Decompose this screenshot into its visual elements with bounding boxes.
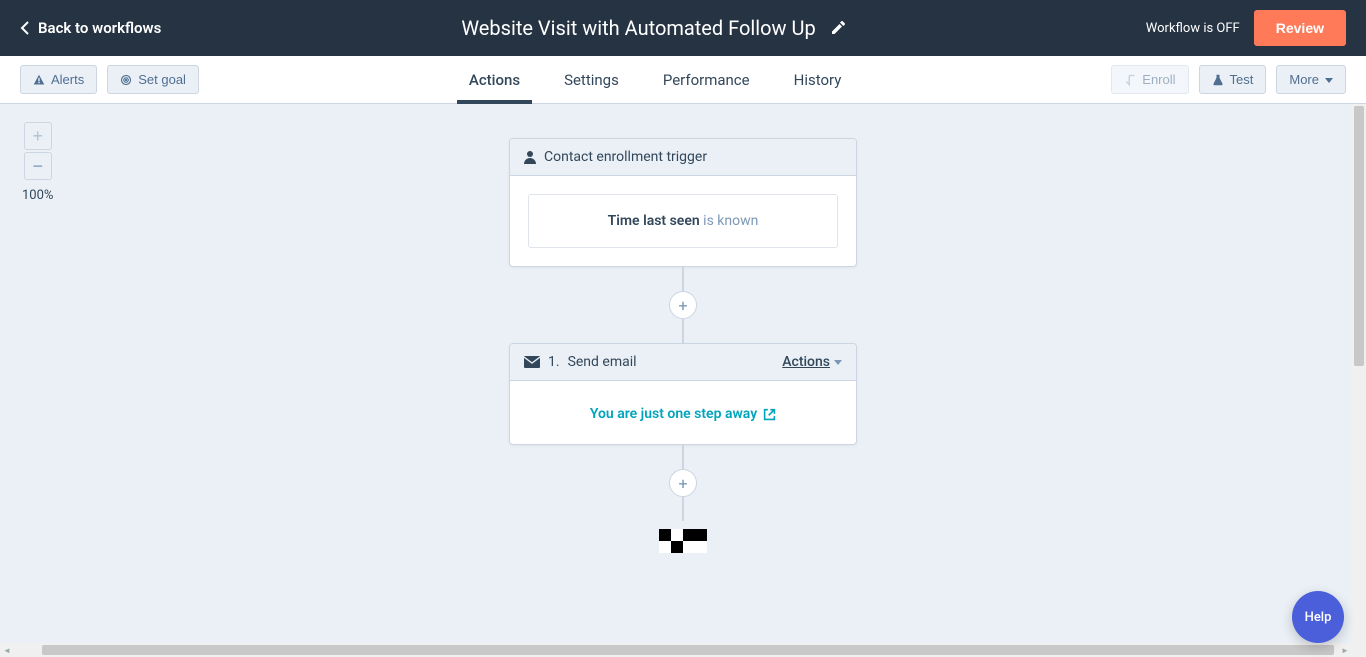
workflow-status: Workflow is OFF	[1146, 21, 1240, 36]
canvas-area: + − 100% Contact enrollment trigger Time…	[0, 104, 1366, 657]
action-actions-dropdown[interactable]: Actions	[782, 354, 842, 370]
tab-actions-label: Actions	[469, 71, 520, 89]
scroll-left-arrow[interactable]: ◄	[0, 643, 14, 657]
enroll-icon	[1124, 74, 1136, 86]
action-actions-label: Actions	[782, 354, 830, 370]
pencil-icon[interactable]	[830, 20, 846, 36]
email-icon	[524, 356, 540, 368]
caret-down-icon	[1325, 76, 1333, 84]
tab-performance[interactable]: Performance	[663, 56, 750, 103]
add-action-button[interactable]: +	[669, 469, 697, 497]
action-body: You are just one step away	[510, 381, 856, 444]
connector-line	[682, 497, 684, 521]
tab-history-label: History	[794, 71, 842, 89]
enroll-label: Enroll	[1142, 72, 1175, 87]
tab-settings-label: Settings	[564, 71, 619, 89]
flow: Contact enrollment trigger Time last see…	[0, 104, 1366, 657]
alert-icon	[33, 74, 45, 86]
tab-actions[interactable]: Actions	[469, 56, 520, 103]
set-goal-label: Set goal	[138, 72, 186, 87]
back-to-workflows-link[interactable]: Back to workflows	[20, 19, 161, 37]
enrollment-trigger-card[interactable]: Contact enrollment trigger Time last see…	[509, 138, 857, 267]
contact-icon	[524, 150, 536, 164]
target-icon	[120, 74, 132, 86]
add-action-button[interactable]: +	[669, 291, 697, 319]
help-label: Help	[1305, 610, 1332, 625]
scroll-right-arrow[interactable]: ►	[1338, 643, 1352, 657]
action-title-num: 1.	[548, 354, 560, 370]
trigger-body: Time last seen is known	[510, 176, 856, 266]
header-center: Website Visit with Automated Follow Up	[161, 16, 1145, 40]
help-button[interactable]: Help	[1292, 591, 1344, 643]
enroll-button: Enroll	[1111, 65, 1188, 94]
caret-down-icon	[834, 358, 842, 366]
action-title-type: Send email	[568, 354, 637, 370]
trigger-condition[interactable]: Time last seen is known	[528, 194, 838, 248]
more-button[interactable]: More	[1276, 65, 1346, 94]
header-right: Workflow is OFF Review	[1146, 10, 1346, 46]
action-header: 1. Send email Actions	[510, 344, 856, 381]
connector-line	[682, 267, 684, 291]
back-label: Back to workflows	[38, 19, 161, 37]
connector-line	[682, 445, 684, 469]
tabs: Actions Settings Performance History	[199, 56, 1111, 103]
email-link-text: You are just one step away	[590, 406, 757, 422]
set-goal-button[interactable]: Set goal	[107, 65, 199, 94]
horizontal-scrollbar[interactable]: ◄ ►	[0, 643, 1352, 657]
chevron-left-icon	[20, 20, 30, 36]
alerts-label: Alerts	[51, 72, 84, 87]
trigger-condition-field: Time last seen	[608, 213, 700, 229]
toolbar: Alerts Set goal Actions Settings Perform…	[0, 56, 1366, 104]
email-link[interactable]: You are just one step away	[590, 406, 776, 422]
workflow-title: Website Visit with Automated Follow Up	[461, 16, 815, 40]
test-button[interactable]: Test	[1199, 65, 1267, 94]
canvas-scroll[interactable]: Contact enrollment trigger Time last see…	[0, 104, 1366, 657]
scroll-corner	[1352, 643, 1366, 657]
tab-performance-label: Performance	[663, 71, 750, 89]
alerts-button[interactable]: Alerts	[20, 65, 97, 94]
more-label: More	[1289, 72, 1319, 87]
finish-flag-icon	[659, 529, 707, 553]
external-link-icon	[763, 408, 776, 421]
flask-icon	[1212, 74, 1224, 86]
test-label: Test	[1230, 72, 1254, 87]
toolbar-left: Alerts Set goal	[20, 65, 199, 94]
tab-settings[interactable]: Settings	[564, 56, 619, 103]
tab-history[interactable]: History	[794, 56, 842, 103]
connector-line	[682, 319, 684, 343]
trigger-condition-op: is known	[700, 213, 759, 229]
toolbar-right: Enroll Test More	[1111, 65, 1346, 94]
app-header: Back to workflows Website Visit with Aut…	[0, 0, 1366, 56]
review-button[interactable]: Review	[1254, 10, 1346, 46]
trigger-title: Contact enrollment trigger	[544, 149, 707, 165]
trigger-header: Contact enrollment trigger	[510, 139, 856, 176]
vertical-scrollbar[interactable]	[1352, 104, 1366, 643]
action-card-1[interactable]: 1. Send email Actions You are just one s…	[509, 343, 857, 445]
